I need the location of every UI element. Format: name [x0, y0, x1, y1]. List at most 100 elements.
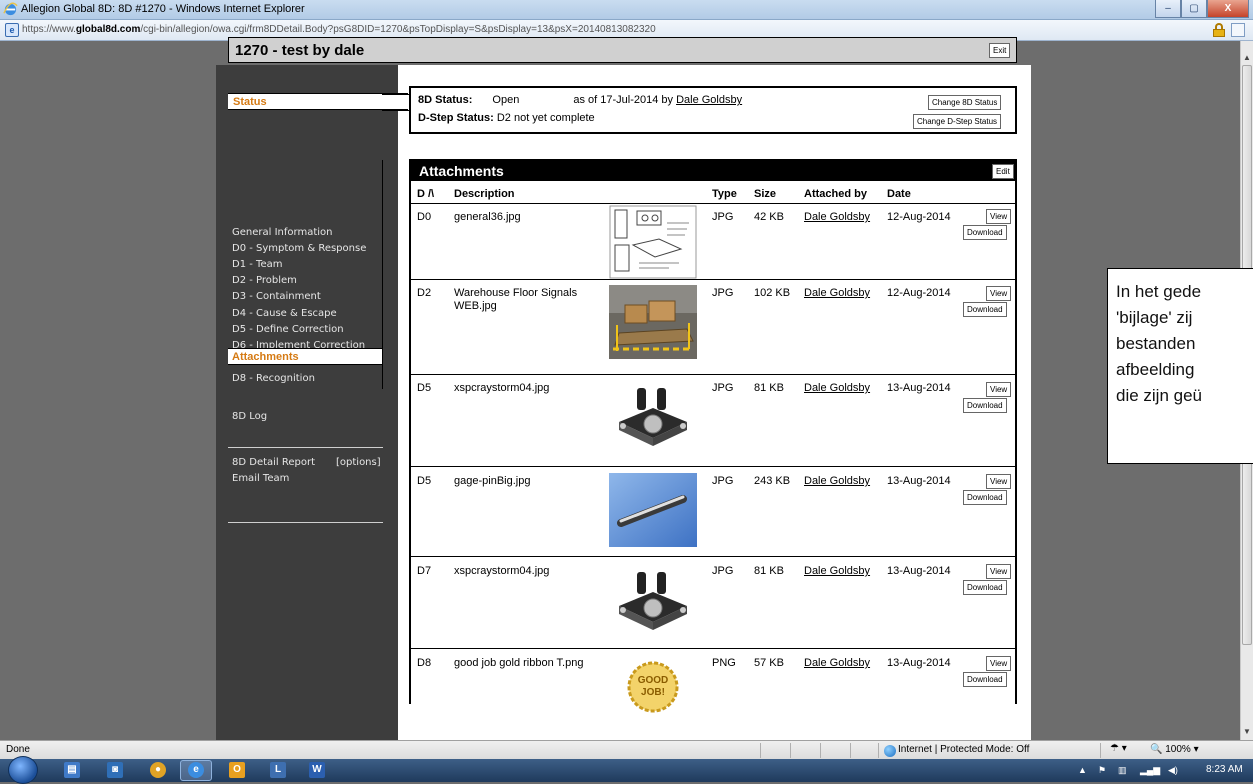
waterblock-thumbnail-icon[interactable] [609, 566, 697, 640]
taskbar-clock[interactable]: 8:23 AM [1206, 764, 1243, 775]
row-attached-by-link[interactable]: Dale Goldsby [804, 382, 870, 394]
attachments-edit-button[interactable]: Edit [992, 164, 1014, 179]
row-divider [411, 279, 1015, 280]
status-section-label: Status [228, 93, 408, 110]
row-attached-by-link[interactable]: Dale Goldsby [804, 565, 870, 577]
view-button[interactable]: View [986, 656, 1012, 671]
nav-general-information[interactable]: General Information [232, 227, 332, 238]
taskbar-office-icon[interactable]: O [229, 762, 245, 778]
tray-volume-icon[interactable]: ◀) [1168, 765, 1178, 776]
tray-flag-icon[interactable]: ⚑ [1098, 765, 1106, 776]
minimize-button[interactable]: – [1155, 0, 1181, 18]
status-user-link[interactable]: Dale Goldsby [676, 94, 742, 106]
row-d: D5 [417, 382, 432, 394]
maximize-button[interactable]: ▢ [1181, 0, 1207, 18]
col-date-header: Date [887, 188, 911, 200]
status-connector [382, 94, 410, 95]
tray-signal-icon[interactable]: ▂▄▆ [1140, 765, 1160, 776]
dstep-status-row: D-Step Status: D2 not yet complete [418, 112, 595, 124]
attachments-connector [382, 160, 383, 389]
drawing-thumbnail-icon[interactable] [609, 205, 697, 279]
taskbar-explorer-icon[interactable]: ▤ [64, 762, 80, 778]
nav-d1[interactable]: D1 - Team [232, 259, 282, 270]
row-date: 12-Aug-2014 [887, 287, 951, 299]
browser-status-bar: Done Internet | Protected Mode: Off ☂ ▾ … [0, 740, 1253, 759]
nav-d3[interactable]: D3 - Containment [232, 291, 321, 302]
row-type: JPG [712, 287, 734, 299]
col-type-header: Type [712, 188, 737, 200]
view-button[interactable]: View [986, 564, 1012, 579]
pallet-thumbnail-icon[interactable] [609, 285, 697, 359]
taskbar-word-icon[interactable]: W [309, 762, 325, 778]
nav-d5[interactable]: D5 - Define Correction [232, 324, 344, 335]
page-icon: e [5, 23, 19, 37]
compatibility-view-icon[interactable] [1231, 23, 1245, 37]
download-button[interactable]: Download [963, 398, 1007, 413]
ribbon-thumbnail-icon[interactable]: GOOD JOB! [609, 657, 697, 731]
nav-divider [228, 447, 383, 448]
row-type: JPG [712, 211, 734, 223]
row-attached-by-link[interactable]: Dale Goldsby [804, 657, 870, 669]
url-text[interactable]: https://www.global8d.com/cgi-bin/allegio… [22, 24, 656, 35]
internet-zone-icon [884, 745, 896, 757]
view-button[interactable]: View [986, 286, 1012, 301]
security-zone-text[interactable]: Internet | Protected Mode: Off [898, 744, 1029, 755]
status-8d-value: Open [492, 94, 520, 106]
taskbar-ie-icon[interactable]: e [188, 762, 204, 778]
change-8d-status-button[interactable]: Change 8D Status [928, 95, 1002, 110]
row-type: JPG [712, 475, 734, 487]
start-button[interactable] [8, 756, 38, 784]
zoom-level[interactable]: 🔍 100% ▾ [1150, 744, 1199, 755]
row-attached-by-link[interactable]: Dale Goldsby [804, 475, 870, 487]
row-divider [411, 374, 1015, 375]
pin-thumbnail-icon[interactable] [609, 473, 697, 547]
nav-attachments[interactable]: Attachments [228, 348, 382, 365]
nav-8d-detail-report[interactable]: 8D Detail Report [232, 457, 315, 468]
status-done-text: Done [6, 744, 30, 755]
callout-line: bestanden [1116, 334, 1196, 353]
row-divider [411, 466, 1015, 467]
view-button[interactable]: View [986, 209, 1012, 224]
protected-mode-icon[interactable]: ☂ ▾ [1110, 743, 1127, 754]
exit-button[interactable]: Exit [989, 43, 1011, 58]
view-button[interactable]: View [986, 474, 1012, 489]
tray-network-icon[interactable]: ▥ [1118, 765, 1127, 776]
nav-d4[interactable]: D4 - Cause & Escape [232, 308, 337, 319]
taskbar-chrome-icon[interactable]: ● [150, 762, 166, 778]
nav-email-team[interactable]: Email Team [232, 473, 289, 484]
row-attached-by-link[interactable]: Dale Goldsby [804, 287, 870, 299]
nav-d0[interactable]: D0 - Symptom & Response [232, 243, 366, 254]
row-date: 13-Aug-2014 [887, 382, 951, 394]
taskbar-outlook-icon[interactable]: ◙ [107, 762, 123, 778]
download-button[interactable]: Download [963, 672, 1007, 687]
window-titlebar[interactable]: Allegion Global 8D: 8D #1270 - Windows I… [0, 0, 1253, 20]
scroll-up-icon[interactable]: ▲ [1243, 53, 1251, 62]
col-d-header[interactable]: D /\ [417, 188, 434, 200]
tray-arrow-icon[interactable]: ▲ [1078, 765, 1087, 775]
download-button[interactable]: Download [963, 490, 1007, 505]
download-button[interactable]: Download [963, 225, 1007, 240]
nav-d2[interactable]: D2 - Problem [232, 275, 297, 286]
row-d: D0 [417, 211, 432, 223]
taskbar-lync-icon[interactable]: L [270, 762, 286, 778]
change-dstep-status-button[interactable]: Change D-Step Status [913, 114, 1002, 129]
row-size: 81 KB [754, 565, 784, 577]
close-button[interactable]: X [1207, 0, 1249, 18]
nav-8d-log[interactable]: 8D Log [232, 411, 267, 422]
waterblock-thumbnail-icon[interactable] [609, 382, 697, 456]
internet-explorer-icon [3, 2, 18, 16]
row-attached-by-link[interactable]: Dale Goldsby [804, 211, 870, 223]
lock-icon[interactable] [1213, 23, 1225, 37]
row-d: D2 [417, 287, 432, 299]
col-attached-by-header: Attached by [804, 188, 867, 200]
status-8d-row: 8D Status: Open as of 17-Jul-2014 by Dale … [418, 94, 743, 106]
attachments-title: Attachments [419, 163, 504, 179]
download-button[interactable]: Download [963, 580, 1007, 595]
download-button[interactable]: Download [963, 302, 1007, 317]
view-button[interactable]: View [986, 382, 1012, 397]
scroll-down-icon[interactable]: ▼ [1243, 727, 1251, 736]
row-description: good job gold ribbon T.png [454, 657, 584, 669]
nav-report-options[interactable]: [options] [336, 457, 381, 468]
nav-d8[interactable]: D8 - Recognition [232, 373, 315, 384]
row-type: JPG [712, 565, 734, 577]
